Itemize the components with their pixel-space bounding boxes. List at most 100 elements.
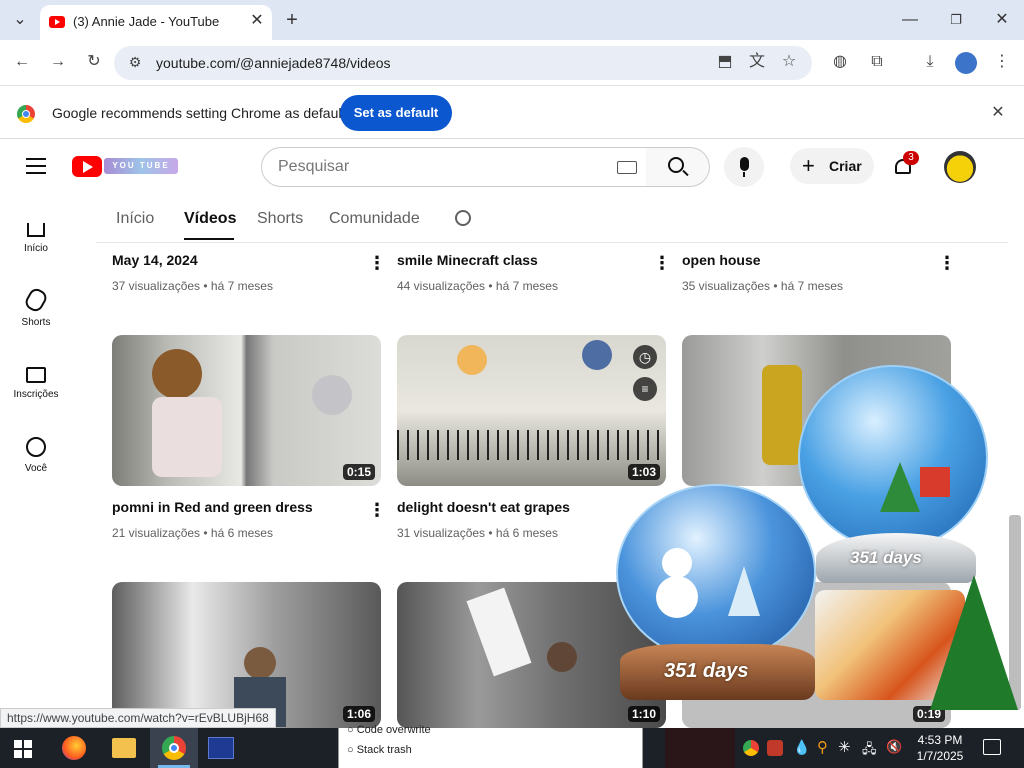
video-thumbnail[interactable]: 0:15 (112, 335, 381, 486)
tab-shorts[interactable]: Shorts (257, 210, 303, 228)
video-thumbnail[interactable]: 1:06 (112, 582, 381, 728)
option-label: Stack trash (356, 744, 412, 756)
tab-comunidade[interactable]: Comunidade (329, 210, 420, 228)
keyboard-icon[interactable] (617, 161, 637, 174)
chrome-icon (162, 736, 186, 760)
windows-start-icon[interactable] (14, 740, 32, 758)
globe-days-label: 351 days (664, 660, 749, 682)
browser-toolbar: ← → ↻ ⚙ youtube.com/@anniejade8748/video… (0, 40, 1024, 86)
new-tab-icon[interactable]: + (278, 6, 306, 34)
video-title[interactable]: smile Minecraft class (397, 252, 538, 268)
hamburger-menu-icon[interactable] (26, 158, 46, 174)
video-meta: 35 visualizações • há 7 meses (682, 279, 843, 293)
translate-icon[interactable]: 文 (746, 52, 768, 74)
download-icon[interactable]: ⤓ (919, 52, 941, 74)
video-menu-icon[interactable]: ⋮ (368, 501, 386, 519)
video-menu-icon[interactable]: ⋮ (938, 254, 956, 272)
close-window-icon[interactable]: ✕ (988, 6, 1016, 34)
railing-image (397, 430, 666, 460)
search-button[interactable] (646, 147, 710, 187)
cat-mask-image (312, 375, 352, 415)
back-icon[interactable]: ← (11, 52, 33, 74)
video-duration: 0:15 (342, 464, 375, 480)
snowy-tree-image (728, 566, 760, 616)
sidebar-item-voce[interactable]: Você (0, 437, 72, 474)
video-meta: 37 visualizações • há 7 meses (112, 279, 273, 293)
forward-icon[interactable]: → (47, 52, 69, 74)
profile-avatar-icon[interactable] (955, 52, 977, 74)
tray-app-icon[interactable] (767, 740, 783, 756)
network-icon[interactable]: 🖧 (862, 740, 877, 762)
add-to-queue-icon[interactable]: ≡ (633, 377, 657, 401)
create-label: Criar (829, 158, 862, 174)
set-default-button[interactable]: Set as default (340, 95, 452, 131)
notifications-bell-icon[interactable]: 3 (893, 151, 919, 177)
option-stack-trash[interactable]: ○ Stack trash (347, 744, 412, 756)
volume-muted-icon[interactable]: 🔇 (886, 739, 902, 755)
sidebar-item-inicio[interactable]: Início (0, 215, 72, 254)
background-dialog: ○ Code overwrite ○ Stack trash (338, 724, 643, 768)
tab-videos[interactable]: Vídeos (184, 210, 236, 228)
youtube-header: YOU TUBE Pesquisar + Criar 3 (0, 140, 1024, 196)
voice-search-button[interactable] (724, 147, 764, 187)
close-tab-icon[interactable]: ✕ (247, 10, 267, 30)
address-bar[interactable]: ⚙ youtube.com/@anniejade8748/videos ⬒ 文 … (114, 46, 812, 80)
tabs-divider (96, 242, 1008, 243)
watch-later-icon[interactable]: ◷ (633, 345, 657, 369)
video-meta: 31 visualizações • há 6 meses (397, 526, 558, 540)
video-title[interactable]: pomni in Red and green dress (112, 499, 313, 515)
channel-search-icon[interactable] (455, 210, 471, 226)
paper-image (466, 587, 532, 677)
install-app-icon[interactable]: ⬒ (714, 52, 736, 74)
tab-title: (3) Annie Jade - YouTube (73, 14, 220, 29)
option-code-overwrite[interactable]: ○ Code overwrite (347, 724, 431, 736)
url-text: youtube.com/@anniejade8748/videos (156, 55, 391, 71)
tray-search-icon[interactable]: ⚲ (817, 738, 828, 756)
bookmark-star-icon[interactable]: ☆ (778, 52, 800, 74)
notification-center-icon[interactable] (983, 739, 1001, 755)
tray-chrome-icon[interactable] (743, 740, 759, 756)
bear-mask-image (152, 349, 202, 399)
app-window-icon[interactable] (208, 737, 234, 759)
snow-globe-gadget-small[interactable]: 351 days (612, 484, 822, 700)
create-button[interactable]: + Criar (790, 148, 874, 184)
sidebar-item-shorts[interactable]: Shorts (0, 285, 72, 328)
snowman-head-image (662, 548, 692, 578)
video-thumbnail[interactable]: ◷ ≡ 1:03 (397, 335, 666, 486)
minimize-icon[interactable]: — (896, 6, 924, 34)
reload-icon[interactable]: ↻ (83, 52, 105, 74)
home-icon (27, 223, 45, 237)
extensions-icon[interactable]: ⧉ (866, 52, 888, 74)
video-title[interactable]: open house (682, 252, 761, 268)
menu-icon[interactable]: ⋮ (991, 52, 1013, 74)
video-title[interactable]: delight doesn't eat grapes (397, 499, 570, 515)
sidebar-item-inscricoes[interactable]: Inscrições (0, 363, 72, 400)
clock[interactable]: 4:53 PM 1/7/2025 (908, 732, 972, 764)
youtube-logo-icon[interactable] (72, 156, 102, 177)
site-info-icon[interactable]: ⚙ (124, 52, 146, 74)
file-explorer-icon[interactable] (112, 738, 136, 758)
shorts-icon (22, 285, 50, 315)
infobar-message: Google recommends setting Chrome as defa… (52, 105, 346, 121)
you-account-icon (26, 437, 46, 457)
video-title[interactable]: May 14, 2024 (112, 252, 198, 268)
tray-snowflake-icon[interactable]: ✳ (838, 738, 851, 756)
user-avatar[interactable] (944, 151, 976, 183)
video-menu-icon[interactable]: ⋮ (368, 254, 386, 272)
tab-search-icon[interactable]: ⌄ (6, 6, 34, 34)
firefox-icon[interactable] (62, 736, 86, 760)
close-infobar-icon[interactable]: ✕ (987, 103, 1009, 125)
child-figure-image (547, 642, 577, 672)
browser-tab[interactable]: (3) Annie Jade - YouTube ✕ (40, 5, 272, 40)
mask-image (457, 345, 487, 375)
chrome-taskbar-active[interactable] (150, 728, 198, 768)
christmas-tree-icon (930, 575, 1018, 710)
sidebar-label: Início (24, 243, 48, 254)
globe-icon[interactable]: ◍ (829, 52, 851, 74)
tray-droplet-icon[interactable]: 💧 (793, 739, 810, 756)
chrome-logo-icon (17, 105, 35, 123)
restore-icon[interactable]: ❐ (942, 6, 970, 34)
video-menu-icon[interactable]: ⋮ (653, 254, 671, 272)
search-input[interactable]: Pesquisar (261, 147, 647, 187)
tab-inicio[interactable]: Início (116, 210, 154, 228)
